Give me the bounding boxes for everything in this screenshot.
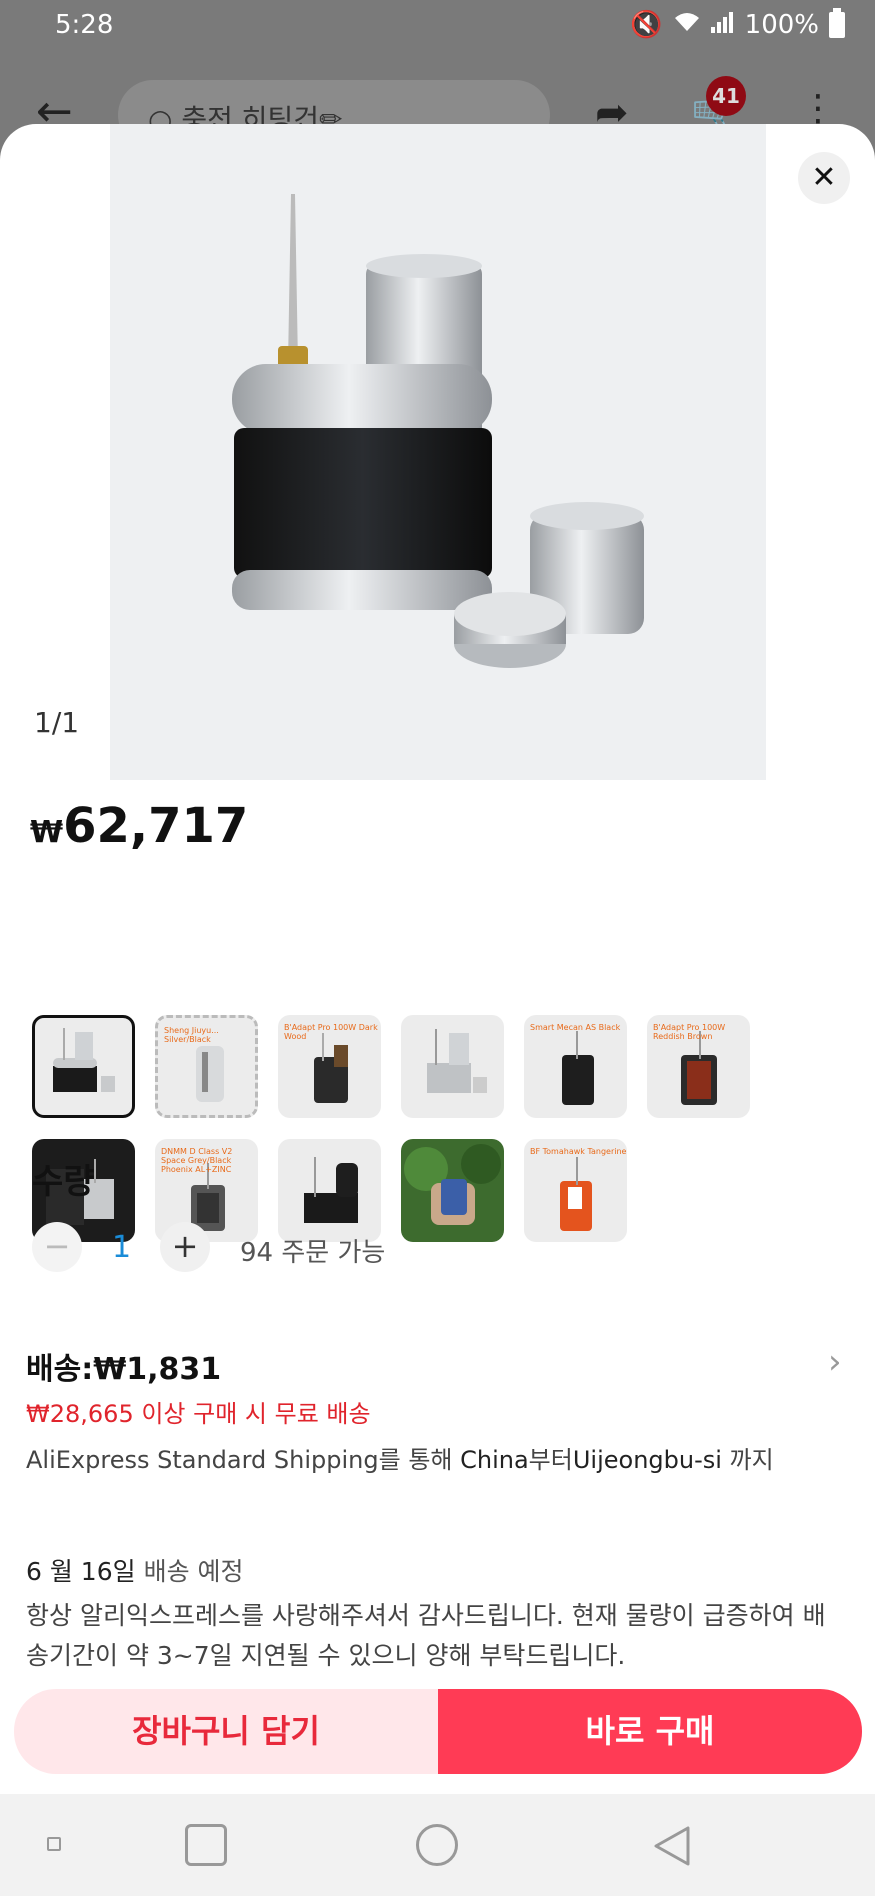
quantity-decrease-button[interactable]: −	[32, 1222, 82, 1272]
variant-label: BF Tomahawk Tangerine	[530, 1147, 627, 1156]
image-counter: 1/1	[34, 706, 80, 739]
shipping-title[interactable]: 배송:₩1,831	[26, 1344, 221, 1388]
more-options-icon: ⋮	[800, 88, 836, 129]
variant-label: Sheng Jiuyu... Silver/Black	[164, 1026, 219, 1044]
quantity-increase-button[interactable]: +	[160, 1222, 210, 1272]
variant-label: DNMM D Class V2 Space Grey/Black Phoenix…	[161, 1147, 233, 1174]
sku-selector-sheet: ✕ 1/1 ₩62,717 Sheng Jiuyu... Silver/Blac…	[0, 124, 875, 1794]
delay-notice: 항상 알리익스프레스를 사랑해주셔서 감사드립니다. 현재 물량이 급증하여 배…	[26, 1601, 826, 1670]
product-image[interactable]	[110, 124, 766, 780]
status-time: 5:28	[55, 10, 114, 40]
delivery-label: 배송 예정	[135, 1557, 244, 1586]
add-to-cart-button[interactable]: 장바구니 담기	[14, 1689, 438, 1774]
accessibility-icon[interactable]	[47, 1837, 61, 1851]
home-button[interactable]	[416, 1824, 458, 1866]
shipping-route-text: 를 통해	[378, 1446, 461, 1474]
price-amount: 62,717	[63, 798, 249, 854]
price: ₩62,717	[30, 798, 248, 854]
battery-icon	[829, 8, 845, 38]
close-button[interactable]: ✕	[798, 152, 850, 204]
variant-label: B'Adapt Pro 100W Reddish Brown	[653, 1023, 726, 1041]
signal-icon	[710, 10, 735, 40]
variant-thumb[interactable]: Sheng Jiuyu... Silver/Black	[155, 1015, 258, 1118]
variant-thumb[interactable]: B'Adapt Pro 100W Dark Wood	[278, 1015, 381, 1118]
variant-thumb[interactable]	[278, 1139, 381, 1242]
shipping-destination: Uijeongbu-si	[572, 1446, 722, 1474]
variant-label: Smart Mecan AS Black	[530, 1023, 621, 1032]
variant-thumb[interactable]: B'Adapt Pro 100W Reddish Brown	[647, 1015, 750, 1118]
variant-label: B'Adapt Pro 100W Dark Wood	[284, 1023, 378, 1041]
shipping-origin: China	[460, 1446, 529, 1474]
variant-thumb[interactable]	[401, 1139, 504, 1242]
quantity-value[interactable]: 1	[112, 1230, 131, 1265]
variant-thumb[interactable]: Smart Mecan AS Black	[524, 1015, 627, 1118]
wifi-icon	[673, 10, 701, 40]
quantity-available: 94 주문 가능	[240, 1238, 386, 1268]
shipping-route: AliExpress Standard Shipping를 통해 China부터…	[26, 1440, 774, 1475]
quantity-title: 수량	[32, 1162, 95, 1202]
recent-apps-button[interactable]	[185, 1824, 227, 1866]
battery-text: 100%	[744, 10, 819, 40]
shipping-route-text: 까지	[721, 1446, 774, 1474]
free-shipping-notice: ₩28,665 이상 구매 시 무료 배송	[26, 1400, 371, 1428]
delivery-estimate: 6 월 16일 배송 예정	[26, 1552, 244, 1588]
status-icons: 🔇 100%	[630, 8, 845, 40]
variant-thumb[interactable]	[401, 1015, 504, 1118]
shipping-route-text: 부터	[528, 1446, 573, 1474]
status-bar: 5:28 🔇 100%	[0, 0, 875, 54]
price-currency: ₩	[30, 815, 64, 850]
chevron-right-icon[interactable]: ›	[828, 1342, 842, 1382]
variant-thumb[interactable]	[32, 1015, 135, 1118]
variant-thumb[interactable]: BF Tomahawk Tangerine	[524, 1139, 627, 1242]
back-button[interactable]	[650, 1824, 692, 1872]
shipping-method: AliExpress Standard Shipping	[26, 1446, 379, 1474]
buy-now-button[interactable]: 바로 구매	[438, 1689, 862, 1774]
delivery-date: 6 월 16일	[26, 1557, 136, 1586]
system-navigation-bar	[0, 1794, 875, 1896]
cart-count-badge: 41	[706, 76, 746, 116]
close-icon: ✕	[811, 160, 837, 195]
mute-icon: 🔇	[630, 10, 663, 40]
